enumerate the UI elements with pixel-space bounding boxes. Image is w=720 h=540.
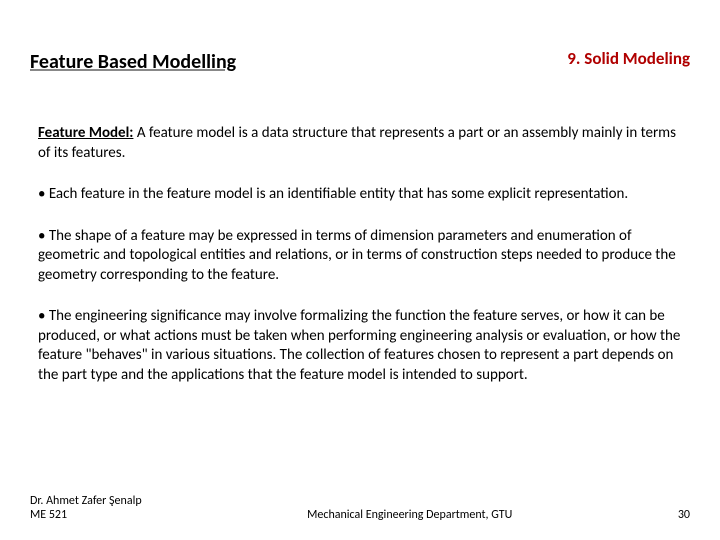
definition-text: A feature model is a data structure that… bbox=[38, 124, 676, 162]
page-number: 30 bbox=[678, 508, 690, 522]
footer-author: Dr. Ahmet Zafer Şenalp bbox=[30, 494, 142, 508]
slide-footer: Dr. Ahmet Zafer Şenalp ME 521 Mechanical… bbox=[30, 494, 690, 522]
bullet-item: • The engineering significance may invol… bbox=[38, 307, 682, 385]
footer-course: ME 521 bbox=[30, 508, 142, 522]
footer-department: Mechanical Engineering Department, GTU bbox=[142, 508, 678, 522]
slide-content: Feature Model: A feature model is a data… bbox=[30, 124, 690, 385]
feature-model-definition: Feature Model: A feature model is a data… bbox=[38, 124, 682, 163]
chapter-title: 9. Solid Modeling bbox=[567, 48, 690, 69]
slide-header: Feature Based Modelling 9. Solid Modelin… bbox=[30, 50, 690, 74]
definition-label: Feature Model: bbox=[38, 124, 133, 142]
bullet-item: • The shape of a feature may be expresse… bbox=[38, 227, 682, 286]
bullet-item: • Each feature in the feature model is a… bbox=[38, 185, 682, 205]
footer-author-block: Dr. Ahmet Zafer Şenalp ME 521 bbox=[30, 494, 142, 522]
section-title: Feature Based Modelling bbox=[30, 50, 236, 74]
